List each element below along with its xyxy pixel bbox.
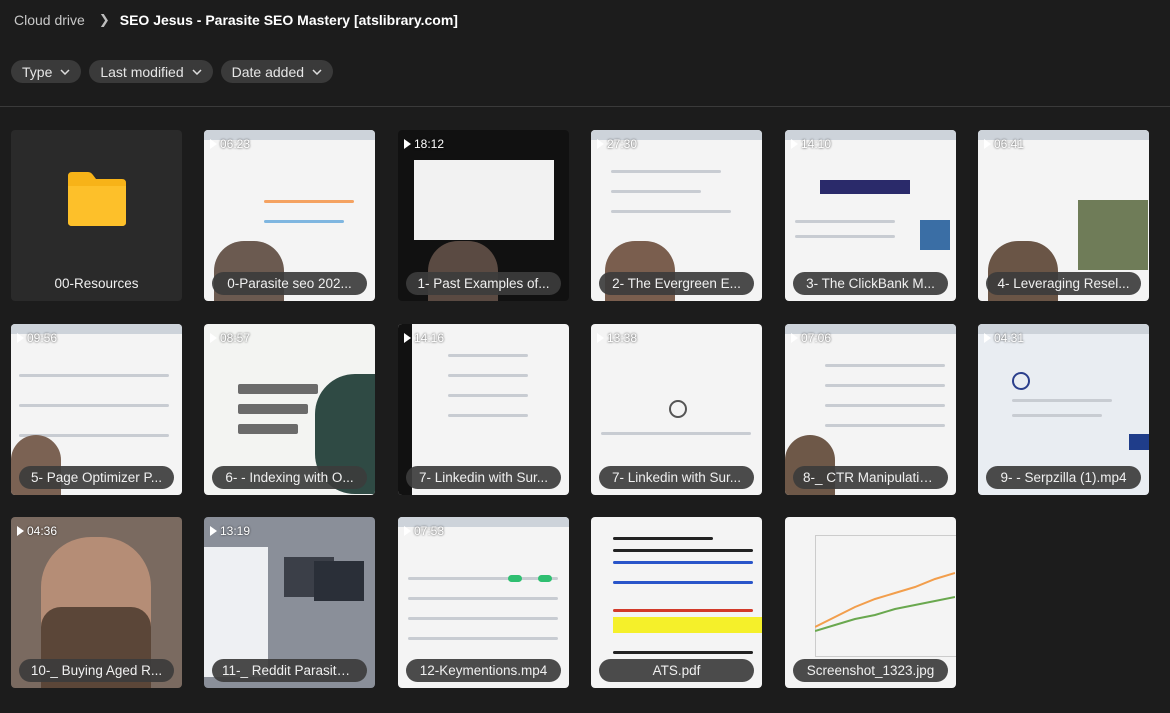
image-tile[interactable]: Screenshot_1323.jpg [785, 517, 956, 688]
duration-badge: 07:06 [791, 331, 831, 345]
file-name: 12-Keymentions.mp4 [406, 659, 561, 682]
file-name: 3- The ClickBank M... [793, 272, 948, 295]
duration-badge: 07:53 [404, 524, 444, 538]
chevron-right-icon: ❯ [98, 12, 110, 27]
file-name: ATS.pdf [599, 659, 754, 682]
play-icon [597, 139, 604, 149]
video-tile[interactable]: 08:57 6- - Indexing with O... [204, 324, 375, 495]
play-icon [984, 139, 991, 149]
duration-badge: 06:23 [210, 137, 250, 151]
file-name: 5- Page Optimizer P... [19, 466, 174, 489]
duration-badge: 18:12 [404, 137, 444, 151]
duration-badge: 14:16 [404, 331, 444, 345]
duration-badge: 14:10 [791, 137, 831, 151]
play-icon [404, 139, 411, 149]
file-name: 7- Linkedin with Sur... [599, 466, 754, 489]
duration-badge: 04:31 [984, 331, 1024, 345]
chevron-down-icon [192, 68, 202, 75]
file-name: Screenshot_1323.jpg [793, 659, 948, 682]
filter-last-modified-label: Last modified [100, 63, 184, 80]
file-name: 1- Past Examples of... [406, 272, 561, 295]
file-name: 7- Linkedin with Sur... [406, 466, 561, 489]
file-name: 2- The Evergreen E... [599, 272, 754, 295]
file-name: 0-Parasite seo 202... [212, 272, 367, 295]
file-name: 9- - Serpzilla (1).mp4 [986, 466, 1141, 489]
duration-badge: 27:30 [597, 137, 637, 151]
chevron-down-icon [312, 68, 322, 75]
duration-badge: 04:36 [17, 524, 57, 538]
file-name: 4- Leveraging Resel... [986, 272, 1141, 295]
play-icon [210, 333, 217, 343]
video-tile[interactable]: 07:53 12-Keymentions.mp4 [398, 517, 569, 688]
folder-name: 00-Resources [54, 276, 139, 291]
pdf-tile[interactable]: ATS.pdf [591, 517, 762, 688]
play-icon [791, 139, 798, 149]
breadcrumb-root[interactable]: Cloud drive [14, 12, 85, 28]
video-tile[interactable]: 13:19 11-_ Reddit Parasite ... [204, 517, 375, 688]
filter-date-added[interactable]: Date added [220, 60, 334, 83]
video-tile[interactable]: 06:23 0-Parasite seo 202... [204, 130, 375, 301]
play-icon [984, 333, 991, 343]
video-tile[interactable]: 14:10 3- The ClickBank M... [785, 130, 956, 301]
file-name: 10-_ Buying Aged R... [19, 659, 174, 682]
duration-badge: 06:41 [984, 137, 1024, 151]
video-tile[interactable]: 07:06 8-_ CTR Manipulatio... [785, 324, 956, 495]
play-icon [791, 333, 798, 343]
filter-last-modified[interactable]: Last modified [89, 60, 213, 83]
filter-type[interactable]: Type [11, 60, 82, 83]
play-icon [404, 333, 411, 343]
video-tile[interactable]: 27:30 2- The Evergreen E... [591, 130, 762, 301]
breadcrumb: Cloud drive ❯ SEO Jesus - Parasite SEO M… [14, 10, 458, 30]
video-tile[interactable]: 18:12 1- Past Examples of... [398, 130, 569, 301]
filter-type-label: Type [22, 63, 53, 80]
play-icon [210, 526, 217, 536]
chevron-down-icon [60, 68, 70, 75]
video-tile[interactable]: 06:41 4- Leveraging Resel... [978, 130, 1149, 301]
filter-date-added-label: Date added [231, 63, 305, 80]
play-icon [17, 333, 24, 343]
video-tile[interactable]: 04:36 10-_ Buying Aged R... [11, 517, 182, 688]
duration-badge: 08:57 [210, 331, 250, 345]
duration-badge: 13:19 [210, 524, 250, 538]
filter-bar: Type Last modified Date added [11, 60, 334, 83]
video-tile[interactable]: 13:38 7- Linkedin with Sur... [591, 324, 762, 495]
play-icon [404, 526, 411, 536]
file-name: 11-_ Reddit Parasite ... [212, 659, 367, 682]
duration-badge: 09:56 [17, 331, 57, 345]
play-icon [210, 139, 217, 149]
video-tile[interactable]: 04:31 9- - Serpzilla (1).mp4 [978, 324, 1149, 495]
video-tile[interactable]: 09:56 5- Page Optimizer P... [11, 324, 182, 495]
divider [0, 106, 1170, 107]
file-name: 6- - Indexing with O... [212, 466, 367, 489]
play-icon [17, 526, 24, 536]
folder-tile[interactable]: 00-Resources [11, 130, 182, 301]
file-name: 8-_ CTR Manipulatio... [793, 466, 948, 489]
video-tile[interactable]: 14:16 7- Linkedin with Sur... [398, 324, 569, 495]
duration-badge: 13:38 [597, 331, 637, 345]
play-icon [597, 333, 604, 343]
folder-icon [68, 172, 126, 226]
breadcrumb-current: SEO Jesus - Parasite SEO Mastery [atslib… [119, 12, 458, 28]
